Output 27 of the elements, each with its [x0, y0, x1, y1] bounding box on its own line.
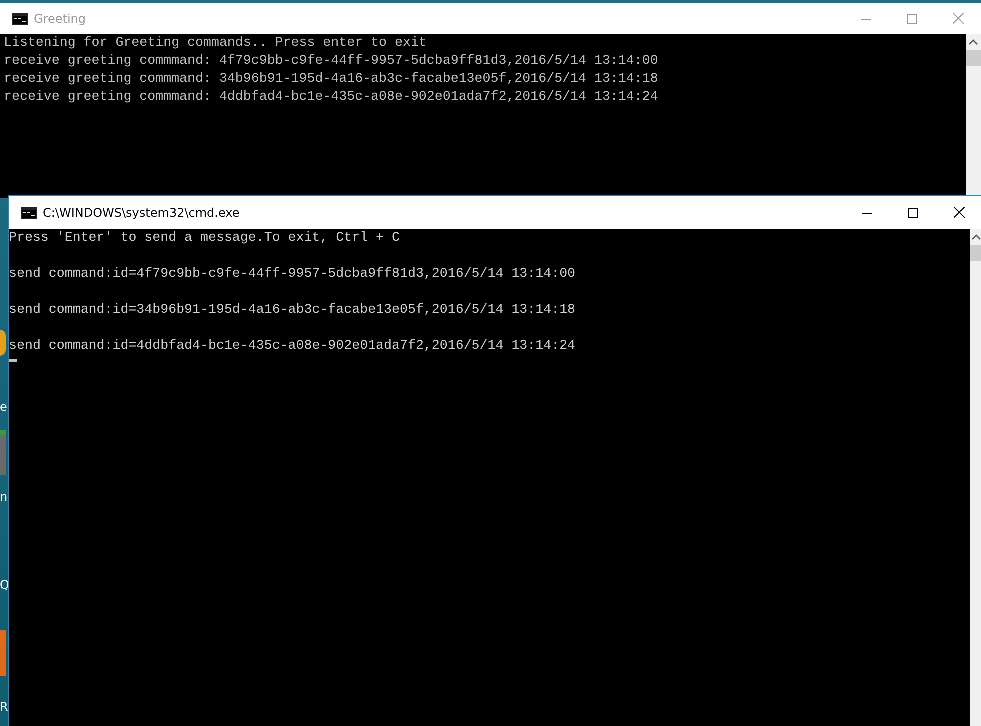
window-title: C:\WINDOWS\system32\cmd.exe — [43, 206, 240, 220]
desktop-icon-label[interactable]: R — [0, 700, 8, 714]
console-line: receive greeting commmand: 34b96b91-195d-4a16-ab3c-facabe13e05f,2016/5/14 13:14:18 — [4, 70, 660, 88]
scroll-up-icon — [969, 39, 978, 45]
desktop-icon-label[interactable]: e — [0, 400, 8, 414]
scrollbar[interactable] — [970, 229, 981, 726]
desktop-icon[interactable] — [0, 430, 6, 475]
console-line: receive greeting commmand: 4f79c9bb-c9fe-44ff-9957-5dcba9ff81d3,2016/5/14 13:14:00 — [4, 52, 660, 70]
console-line: receive greeting commmand: 4ddbfad4-bc1e-435c-a08e-902e01ada7f2,2016/5/14 13:14:24 — [4, 88, 660, 106]
maximize-icon — [907, 14, 917, 24]
maximize-icon — [908, 208, 918, 218]
scroll-up-icon — [972, 234, 980, 240]
console-line: Press 'Enter' to send a message.To exit, Ctrl + C — [9, 229, 401, 247]
console-line: Listening for Greeting commands.. Press enter to exit — [4, 34, 428, 52]
desktop-icon[interactable] — [0, 330, 6, 356]
close-icon — [954, 207, 964, 218]
close-icon — [952, 13, 964, 24]
window-title: Greeting — [34, 12, 86, 26]
scrollbar-thumb[interactable] — [966, 50, 981, 66]
console-icon — [12, 12, 28, 24]
scrollbar[interactable] — [966, 34, 981, 198]
console-line: send command:id=4f79c9bb-c9fe-44ff-9957-5dcba9ff81d3,2016/5/14 13:14:00 — [9, 265, 577, 283]
console-icon — [21, 206, 37, 218]
desktop-icon-label[interactable]: n — [0, 490, 8, 504]
scrollbar-thumb[interactable] — [970, 245, 981, 261]
console-line: send command:id=34b96b91-195d-4a16-ab3c-facabe13e05f,2016/5/14 13:14:18 — [9, 301, 577, 319]
console-line: send command:id=4ddbfad4-bc1e-435c-a08e-902e01ada7f2,2016/5/14 13:14:24 — [9, 337, 577, 355]
